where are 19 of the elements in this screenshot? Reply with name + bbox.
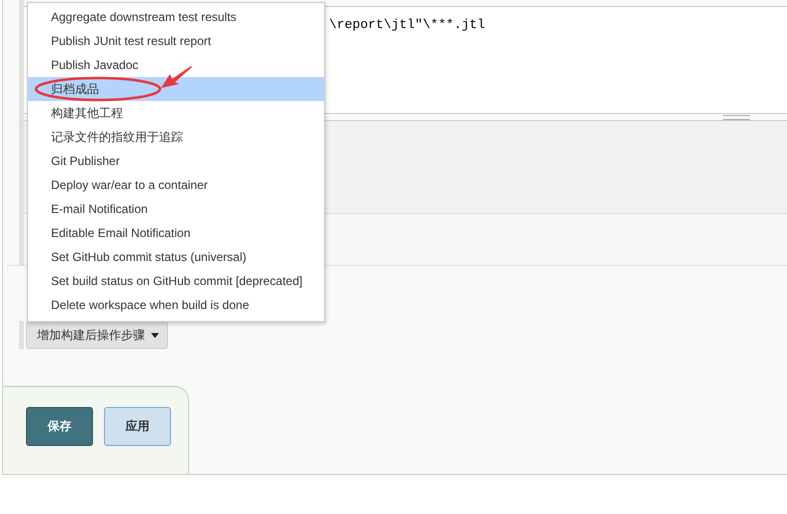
menu-item[interactable]: Git Publisher <box>28 149 324 173</box>
save-button[interactable]: 保存 <box>26 407 93 446</box>
pointer-arrow <box>161 66 192 88</box>
menu-item[interactable]: Editable Email Notification <box>28 221 324 245</box>
menu-item[interactable]: E-mail Notification <box>28 197 324 221</box>
menu-item[interactable]: 记录文件的指纹用于追踪 <box>28 125 324 149</box>
add-step-button[interactable]: 增加构建后操作步骤 <box>26 321 168 350</box>
menu-item[interactable]: Set GitHub commit status (universal) <box>28 245 324 269</box>
caret-icon <box>151 332 159 338</box>
resize-handle[interactable] <box>723 115 750 120</box>
menu-item[interactable]: Publish Javadoc <box>28 53 324 77</box>
menu-item[interactable]: Aggregate downstream test results <box>28 5 324 29</box>
menu-item[interactable]: Delete workspace when build is done <box>28 293 324 317</box>
menu-item[interactable]: Publish JUnit test result report <box>28 29 324 53</box>
apply-button[interactable]: 应用 <box>104 407 171 446</box>
menu-item[interactable]: Deploy war/ear to a container <box>28 173 324 197</box>
menu-item[interactable]: Set build status on GitHub commit [deprecated] <box>28 269 324 293</box>
indent-bar <box>19 321 24 350</box>
editor-text: \report\jtl"\***.jtl <box>329 17 486 32</box>
